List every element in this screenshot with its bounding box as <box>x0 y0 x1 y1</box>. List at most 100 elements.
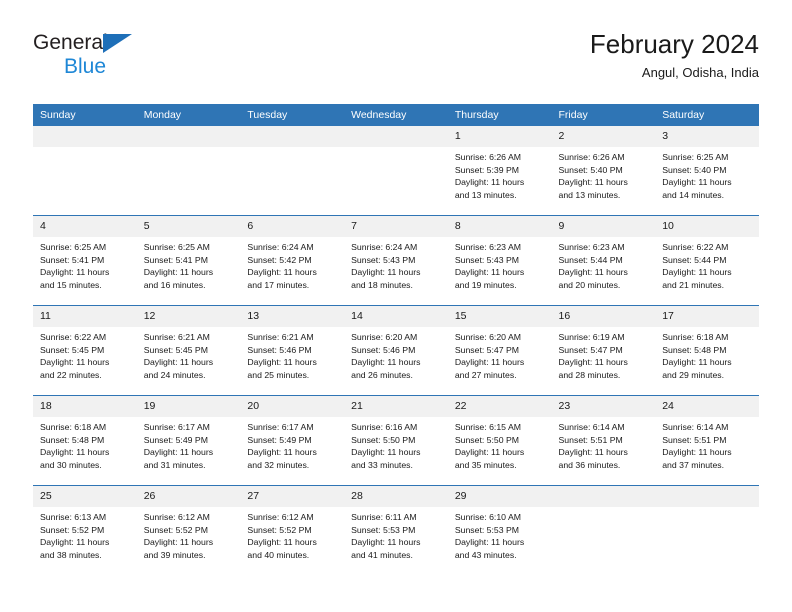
day-cell[interactable]: 4 Sunrise: 6:25 AM Sunset: 5:41 PM Dayli… <box>33 215 137 306</box>
daylight-text-line1: Daylight: 11 hours <box>662 357 732 368</box>
sunrise-text: Sunrise: 6:18 AM <box>40 422 107 432</box>
calendar-body: 1 Sunrise: 6:26 AM Sunset: 5:39 PM Dayli… <box>33 126 759 575</box>
day-cell[interactable]: 20 Sunrise: 6:17 AM Sunset: 5:49 PM Dayl… <box>240 395 345 486</box>
sunset-text: Sunset: 5:43 PM <box>454 254 520 265</box>
day-cell[interactable]: 10 Sunrise: 6:22 AM Sunset: 5:44 PM Dayl… <box>655 215 759 306</box>
day-cell[interactable] <box>33 126 137 216</box>
day-cell[interactable]: 25 Sunrise: 6:13 AM Sunset: 5:52 PM Dayl… <box>33 485 137 575</box>
sunset-text: Sunset: 5:53 PM <box>454 524 520 535</box>
day-details: Sunrise: 6:11 AM Sunset: 5:53 PM Dayligh… <box>344 507 448 561</box>
day-cell[interactable]: 11 Sunrise: 6:22 AM Sunset: 5:45 PM Dayl… <box>33 305 137 396</box>
daylight-text-line1: Daylight: 11 hours <box>454 447 525 458</box>
day-cell[interactable]: 7 Sunrise: 6:24 AM Sunset: 5:43 PM Dayli… <box>344 215 448 306</box>
daylight-text-line1: Daylight: 11 hours <box>558 177 628 188</box>
day-cell[interactable]: 22 Sunrise: 6:15 AM Sunset: 5:50 PM Dayl… <box>447 395 552 486</box>
sunrise-text: Sunrise: 6:25 AM <box>40 242 107 252</box>
daylight-text-line2: and 19 minutes. <box>454 279 517 290</box>
sunrise-text: Sunrise: 6:12 AM <box>143 512 210 522</box>
day-number: 5 <box>136 216 241 237</box>
sunrise-text: Sunrise: 6:22 AM <box>40 332 107 342</box>
day-cell[interactable] <box>344 126 448 216</box>
day-cell[interactable]: 18 Sunrise: 6:18 AM Sunset: 5:48 PM Dayl… <box>33 395 137 486</box>
day-number: 4 <box>33 216 137 237</box>
day-details: Sunrise: 6:19 AM Sunset: 5:47 PM Dayligh… <box>552 327 656 381</box>
daylight-text-line2: and 35 minutes. <box>454 459 517 470</box>
daylight-text-line2: and 24 minutes. <box>143 369 206 380</box>
sunset-text: Sunset: 5:43 PM <box>351 254 416 265</box>
daylight-text-line1: Daylight: 11 hours <box>454 357 525 368</box>
day-number: 7 <box>344 216 448 237</box>
sunrise-text: Sunrise: 6:26 AM <box>454 152 521 162</box>
day-cell[interactable]: 16 Sunrise: 6:19 AM Sunset: 5:47 PM Dayl… <box>551 305 656 396</box>
weekday-header-thursday: Thursday <box>447 104 552 126</box>
day-number: 26 <box>136 486 241 507</box>
sunset-text: Sunset: 5:40 PM <box>662 164 727 175</box>
day-cell[interactable]: 27 Sunrise: 6:12 AM Sunset: 5:52 PM Dayl… <box>240 485 345 575</box>
day-details: Sunrise: 6:24 AM Sunset: 5:42 PM Dayligh… <box>240 237 344 291</box>
day-cell[interactable]: 5 Sunrise: 6:25 AM Sunset: 5:41 PM Dayli… <box>136 215 241 306</box>
daylight-text-line2: and 22 minutes. <box>40 369 102 380</box>
day-cell[interactable]: 3 Sunrise: 6:25 AM Sunset: 5:40 PM Dayli… <box>655 126 759 216</box>
calendar-week-row: 18 Sunrise: 6:18 AM Sunset: 5:48 PM Dayl… <box>33 395 759 486</box>
day-cell[interactable]: 28 Sunrise: 6:11 AM Sunset: 5:53 PM Dayl… <box>344 485 448 575</box>
sunset-text: Sunset: 5:42 PM <box>247 254 312 265</box>
general-blue-logo[interactable]: General Blue <box>33 32 233 90</box>
day-cell[interactable]: 29 Sunrise: 6:10 AM Sunset: 5:53 PM Dayl… <box>447 485 552 575</box>
daylight-text-line1: Daylight: 11 hours <box>454 177 525 188</box>
daylight-text-line2: and 16 minutes. <box>143 279 206 290</box>
sunrise-text: Sunrise: 6:10 AM <box>454 512 521 522</box>
day-cell[interactable]: 24 Sunrise: 6:14 AM Sunset: 5:51 PM Dayl… <box>655 395 759 486</box>
day-cell[interactable]: 21 Sunrise: 6:16 AM Sunset: 5:50 PM Dayl… <box>344 395 448 486</box>
day-cell[interactable] <box>240 126 345 216</box>
day-cell[interactable]: 23 Sunrise: 6:14 AM Sunset: 5:51 PM Dayl… <box>551 395 656 486</box>
day-details: Sunrise: 6:22 AM Sunset: 5:45 PM Dayligh… <box>33 327 137 381</box>
calendar-week-row: 25 Sunrise: 6:13 AM Sunset: 5:52 PM Dayl… <box>33 485 759 575</box>
day-cell[interactable]: 15 Sunrise: 6:20 AM Sunset: 5:47 PM Dayl… <box>447 305 552 396</box>
day-cell[interactable]: 14 Sunrise: 6:20 AM Sunset: 5:46 PM Dayl… <box>344 305 448 396</box>
day-details: Sunrise: 6:25 AM Sunset: 5:41 PM Dayligh… <box>137 237 241 291</box>
daylight-text-line2: and 13 minutes. <box>454 189 517 200</box>
day-number: 24 <box>655 396 759 417</box>
day-cell[interactable]: 13 Sunrise: 6:21 AM Sunset: 5:46 PM Dayl… <box>240 305 345 396</box>
sunset-text: Sunset: 5:51 PM <box>662 434 727 445</box>
day-cell[interactable]: 19 Sunrise: 6:17 AM Sunset: 5:49 PM Dayl… <box>136 395 241 486</box>
daylight-text-line1: Daylight: 11 hours <box>454 537 525 548</box>
day-cell[interactable]: 17 Sunrise: 6:18 AM Sunset: 5:48 PM Dayl… <box>655 305 759 396</box>
sunrise-text: Sunrise: 6:26 AM <box>558 152 625 162</box>
day-details: Sunrise: 6:20 AM Sunset: 5:46 PM Dayligh… <box>344 327 448 381</box>
day-details <box>344 147 448 151</box>
sunset-text: Sunset: 5:50 PM <box>454 434 520 445</box>
daylight-text-line1: Daylight: 11 hours <box>143 267 214 278</box>
day-details: Sunrise: 6:22 AM Sunset: 5:44 PM Dayligh… <box>655 237 759 291</box>
day-cell[interactable]: 26 Sunrise: 6:12 AM Sunset: 5:52 PM Dayl… <box>136 485 241 575</box>
day-number: 22 <box>447 396 552 417</box>
day-details <box>137 147 241 151</box>
weekday-header-row: Sunday Monday Tuesday Wednesday Thursday… <box>33 104 759 126</box>
day-cell[interactable]: 12 Sunrise: 6:21 AM Sunset: 5:45 PM Dayl… <box>136 305 241 396</box>
logo-triangle-icon <box>103 34 132 53</box>
sunrise-text: Sunrise: 6:22 AM <box>662 242 729 252</box>
day-number: 29 <box>447 486 552 507</box>
daylight-text-line2: and 21 minutes. <box>662 279 725 290</box>
day-cell[interactable] <box>655 485 759 575</box>
sunset-text: Sunset: 5:48 PM <box>40 434 105 445</box>
sunset-text: Sunset: 5:48 PM <box>662 344 727 355</box>
daylight-text-line2: and 41 minutes. <box>351 549 413 560</box>
day-cell[interactable]: 8 Sunrise: 6:23 AM Sunset: 5:43 PM Dayli… <box>447 215 552 306</box>
sunrise-text: Sunrise: 6:13 AM <box>40 512 107 522</box>
day-cell[interactable] <box>551 485 656 575</box>
day-details: Sunrise: 6:25 AM Sunset: 5:41 PM Dayligh… <box>33 237 137 291</box>
sunrise-text: Sunrise: 6:24 AM <box>247 242 314 252</box>
day-cell[interactable] <box>136 126 241 216</box>
day-cell[interactable]: 2 Sunrise: 6:26 AM Sunset: 5:40 PM Dayli… <box>551 126 656 216</box>
sunrise-text: Sunrise: 6:20 AM <box>454 332 521 342</box>
day-cell[interactable]: 6 Sunrise: 6:24 AM Sunset: 5:42 PM Dayli… <box>240 215 345 306</box>
daylight-text-line2: and 31 minutes. <box>143 459 206 470</box>
sunset-text: Sunset: 5:41 PM <box>40 254 105 265</box>
day-number: 21 <box>344 396 448 417</box>
day-cell[interactable]: 1 Sunrise: 6:26 AM Sunset: 5:39 PM Dayli… <box>447 126 552 216</box>
day-number: 28 <box>344 486 448 507</box>
sunset-text: Sunset: 5:45 PM <box>40 344 105 355</box>
day-cell[interactable]: 9 Sunrise: 6:23 AM Sunset: 5:44 PM Dayli… <box>551 215 656 306</box>
daylight-text-line2: and 32 minutes. <box>247 459 310 470</box>
